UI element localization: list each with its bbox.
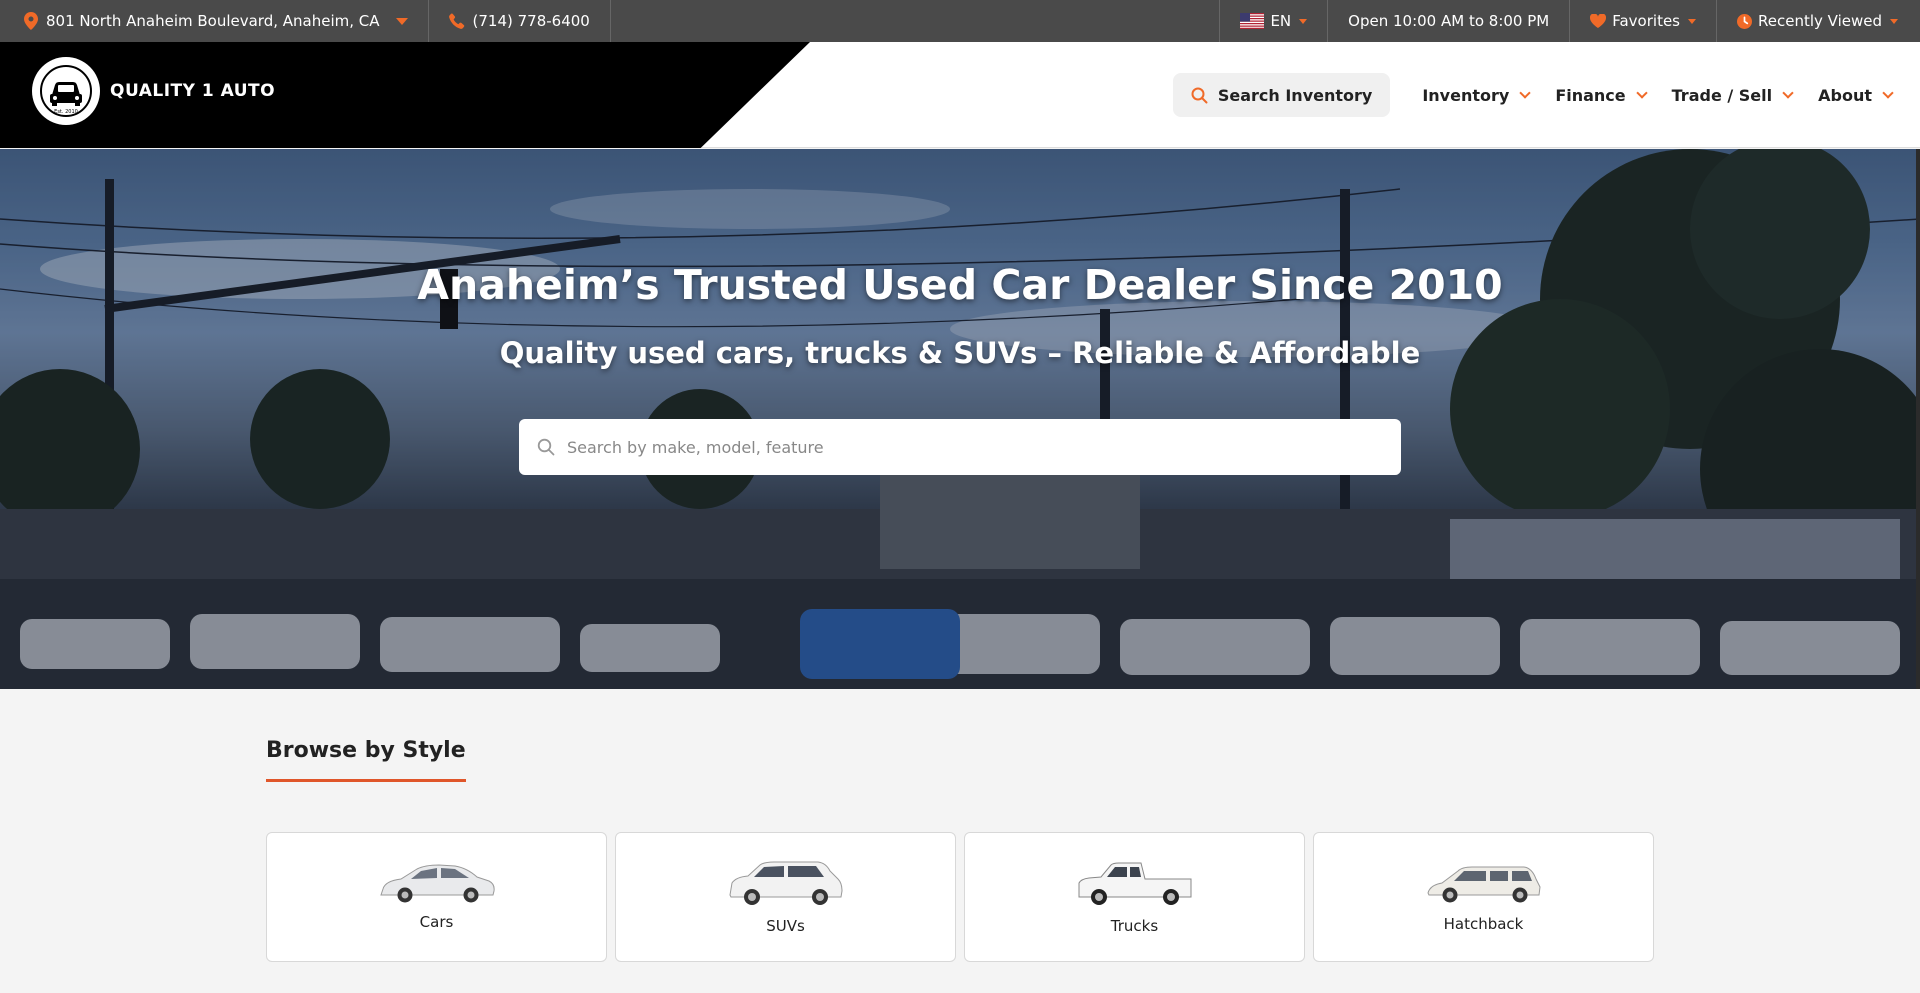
nav-finance[interactable]: Finance — [1555, 85, 1648, 105]
phone-icon — [448, 13, 464, 29]
car-front-icon: Est. 2010 — [40, 65, 92, 117]
caret-down-icon — [1688, 18, 1696, 24]
nav-label: Trade / Sell — [1671, 85, 1773, 105]
chevron-down-icon — [1782, 87, 1794, 99]
site-logo[interactable]: Est. 2010 QUALITY 1 AUTO — [32, 57, 275, 125]
recently-viewed-label: Recently Viewed — [1758, 12, 1882, 30]
style-card-suvs[interactable]: SUVs — [615, 832, 956, 962]
phone-link[interactable]: (714) 778-6400 — [429, 0, 610, 42]
language-selector[interactable]: EN — [1220, 0, 1327, 42]
section-title: Browse by Style — [266, 738, 466, 782]
main-nav: Search Inventory Inventory Finance Trade… — [1172, 42, 1894, 148]
truck-icon — [1078, 862, 1191, 905]
logo-emblem: Est. 2010 — [32, 57, 100, 125]
nav-label: Finance — [1555, 85, 1626, 105]
style-label: Cars — [419, 913, 454, 931]
search-inventory-button[interactable]: Search Inventory — [1172, 73, 1391, 117]
chevron-down-icon — [1882, 87, 1894, 99]
style-card-hatchback[interactable]: Hatchback — [1313, 832, 1654, 962]
hours-text: Open 10:00 AM to 8:00 PM — [1328, 0, 1569, 42]
caret-down-icon — [395, 17, 408, 25]
caret-down-icon — [1890, 18, 1898, 24]
hero-banner: Anaheim’s Trusted Used Car Dealer Since … — [0, 149, 1920, 689]
sedan-icon — [379, 864, 495, 903]
logo-wordmark: QUALITY 1 AUTO — [110, 81, 276, 101]
search-icon — [1191, 87, 1208, 103]
style-cards: Cars SUVs Trucks Hatchback — [266, 832, 1654, 962]
divider — [609, 0, 611, 42]
utility-bar: 801 North Anaheim Boulevard, Anaheim, CA… — [0, 0, 1920, 42]
hero-search-box[interactable] — [519, 419, 1401, 475]
chevron-down-icon — [1635, 87, 1648, 99]
hours-label: Open 10:00 AM to 8:00 PM — [1348, 12, 1550, 30]
favorites-dropdown[interactable]: Favorites — [1570, 0, 1716, 42]
clock-icon — [1737, 13, 1752, 29]
logo-est-text: Est. 2010 — [54, 109, 78, 115]
nav-inventory[interactable]: Inventory — [1422, 85, 1531, 105]
nav-trade-sell[interactable]: Trade / Sell — [1671, 85, 1794, 105]
language-label: EN — [1270, 12, 1292, 30]
site-header: Est. 2010 QUALITY 1 AUTO Search Inventor… — [0, 42, 1920, 148]
hero-search-input[interactable] — [567, 437, 1367, 457]
recently-viewed-dropdown[interactable]: Recently Viewed — [1717, 0, 1920, 42]
nav-label: About — [1818, 85, 1872, 105]
style-label: SUVs — [766, 917, 805, 935]
style-label: Trucks — [1110, 917, 1159, 935]
hero-subtitle: Quality used cars, trucks & SUVs – Relia… — [499, 336, 1421, 370]
favorites-label: Favorites — [1612, 12, 1680, 30]
chevron-down-icon — [1519, 87, 1531, 99]
style-card-trucks[interactable]: Trucks — [964, 832, 1305, 962]
heart-icon — [1590, 14, 1607, 28]
location-pin-icon — [24, 12, 38, 30]
search-inventory-label: Search Inventory — [1217, 85, 1373, 105]
style-label: Hatchback — [1443, 915, 1524, 933]
wagon-icon — [1426, 866, 1541, 903]
address-text: 801 North Anaheim Boulevard, Anaheim, CA — [46, 12, 380, 30]
nav-about[interactable]: About — [1818, 85, 1894, 105]
hero-title: Anaheim’s Trusted Used Car Dealer Since … — [417, 261, 1503, 309]
caret-down-icon — [1299, 18, 1308, 24]
address-dropdown[interactable]: 801 North Anaheim Boulevard, Anaheim, CA — [0, 0, 428, 42]
phone-text: (714) 778-6400 — [472, 12, 590, 30]
style-card-cars[interactable]: Cars — [266, 832, 607, 962]
us-flag-icon — [1240, 13, 1265, 29]
nav-label: Inventory — [1422, 85, 1510, 105]
page-scrollbar[interactable] — [1916, 149, 1920, 689]
search-icon — [537, 438, 555, 456]
suv-icon — [728, 861, 843, 905]
browse-by-style-section: Browse by Style Cars SUVs Trucks Hatchba… — [266, 738, 1656, 962]
